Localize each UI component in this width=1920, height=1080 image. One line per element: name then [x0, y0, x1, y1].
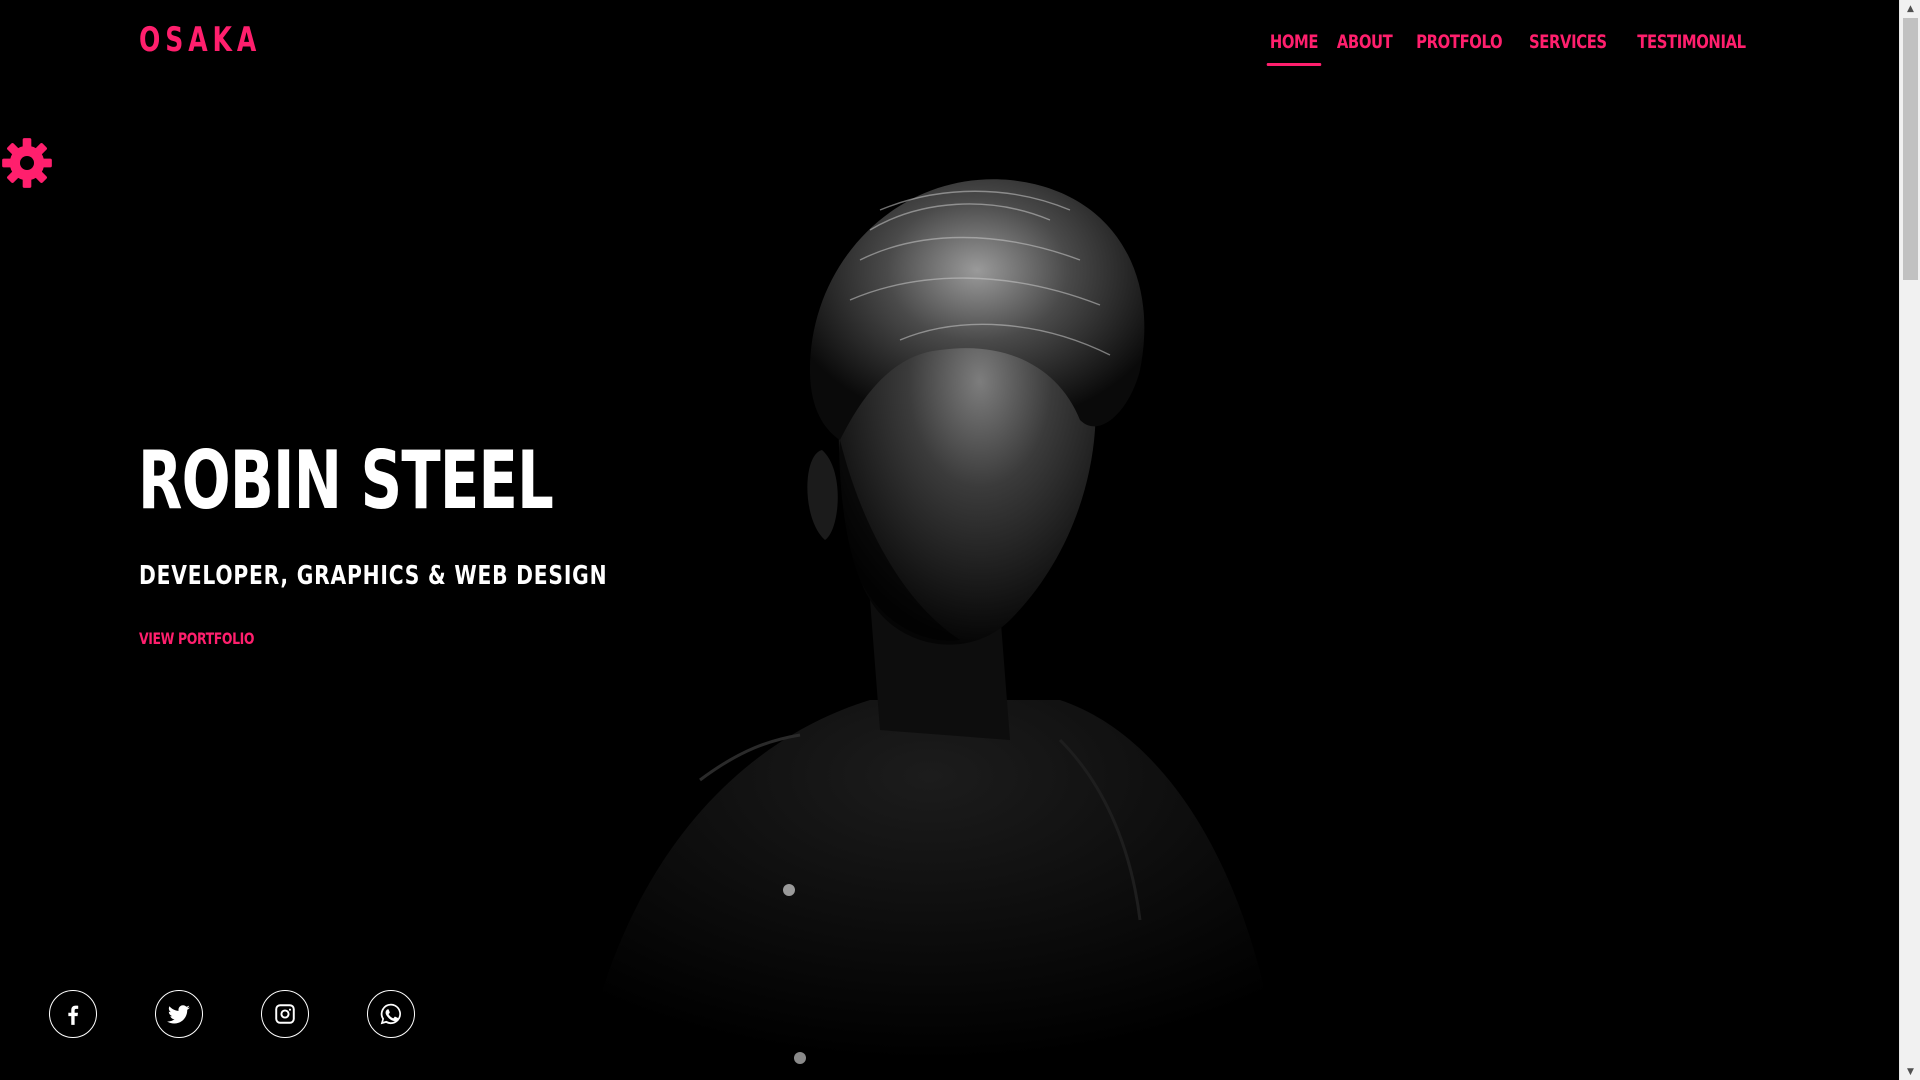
whatsapp-button[interactable]	[367, 990, 415, 1038]
hero-name: ROBIN STEEL	[138, 434, 554, 527]
nav-services[interactable]: SERVICES	[1529, 28, 1607, 56]
main-nav: HOME ABOUT PROTFOLO SERVICES TESTIMONIAL	[1266, 28, 1753, 66]
scroll-down-arrow-icon[interactable]: ▼	[1900, 1063, 1920, 1080]
site-logo[interactable]: OSAKA	[139, 20, 261, 60]
nav-portfolio[interactable]: PROTFOLO	[1416, 28, 1502, 56]
hero-role: DEVELOPER, GRAPHICS & WEB DESIGN	[139, 561, 608, 591]
facebook-button[interactable]	[49, 990, 97, 1038]
instagram-button[interactable]	[261, 990, 309, 1038]
nav-testimonial[interactable]: TESTIMONIAL	[1637, 28, 1746, 56]
social-links	[49, 990, 415, 1038]
hero-portrait-image	[580, 179, 1280, 1080]
facebook-icon	[68, 1005, 79, 1025]
nav-about[interactable]: ABOUT	[1337, 28, 1393, 56]
gear-icon	[2, 138, 52, 188]
scroll-up-arrow-icon[interactable]: ▲	[1900, 0, 1920, 17]
whatsapp-icon	[380, 1003, 401, 1025]
page: OSAKA HOME ABOUT PROTFOLO SERVICES TESTI…	[0, 0, 1920, 1080]
instagram-icon	[275, 1004, 295, 1024]
nav-home[interactable]: HOME	[1266, 28, 1321, 66]
twitter-button[interactable]	[155, 990, 203, 1038]
settings-button[interactable]	[0, 136, 54, 190]
twitter-icon	[167, 1005, 190, 1024]
view-portfolio-link[interactable]: VIEW PORTFOLIO	[139, 628, 255, 650]
page-scrollbar[interactable]: ▲ ▼	[1899, 0, 1920, 1080]
scrollbar-thumb[interactable]	[1903, 18, 1918, 280]
